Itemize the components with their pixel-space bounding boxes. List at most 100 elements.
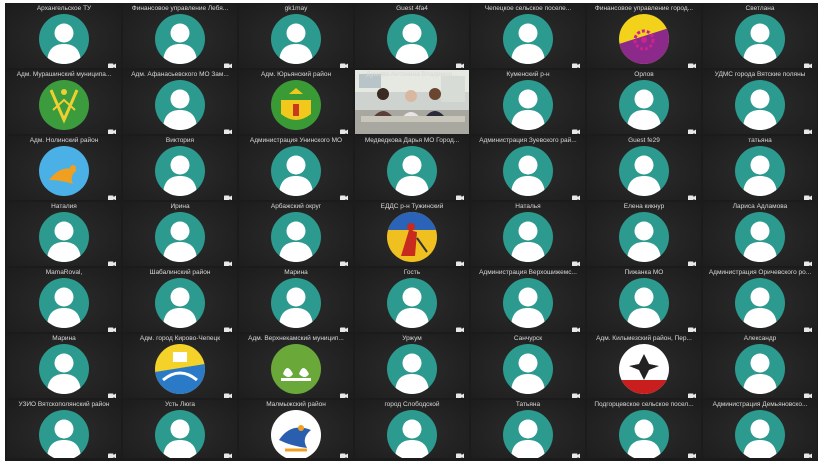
participant-name: Орлов bbox=[634, 71, 654, 78]
participant-avatar bbox=[39, 146, 89, 196]
participant-name: gk1may bbox=[284, 5, 308, 12]
participant-tile[interactable]: Администрация Унинского МО bbox=[239, 136, 353, 200]
participant-name: Медведкова Дарья МО Город... bbox=[364, 137, 460, 144]
participant-tile[interactable]: Архангельское ТУ bbox=[7, 4, 121, 68]
participant-tile[interactable]: Чепецкое сельское поселе... bbox=[471, 4, 585, 68]
camera-off-icon bbox=[340, 386, 348, 398]
user-silhouette-icon bbox=[155, 410, 205, 458]
participant-tile[interactable]: Подгорцевское сельское посел... bbox=[587, 400, 701, 458]
participant-tile[interactable]: Куменский р-н bbox=[471, 70, 585, 134]
participant-name: Адм. город Кирово-Чепецк bbox=[139, 335, 221, 342]
participant-tile[interactable]: УЗИО Вятскополянский район bbox=[7, 400, 121, 458]
participant-tile[interactable]: Администрация Оричевского ро... bbox=[703, 268, 817, 332]
participant-tile[interactable]: Александр bbox=[703, 334, 817, 398]
participant-name: Guest 4fa4 bbox=[396, 5, 428, 12]
participant-tile[interactable]: Светлана bbox=[703, 4, 817, 68]
participant-tile[interactable]: Адм. Афанасьевского МО Зам... bbox=[123, 70, 237, 134]
user-silhouette-icon bbox=[387, 146, 437, 196]
participant-tile[interactable]: Лариса Адламова bbox=[703, 202, 817, 266]
participant-name: Подгорцевское сельское посел... bbox=[594, 401, 694, 408]
participant-tile[interactable]: Гость bbox=[355, 268, 469, 332]
participant-video bbox=[355, 70, 469, 134]
user-silhouette-icon bbox=[155, 278, 205, 328]
participant-tile[interactable]: Медведкова Дарья МО Город... bbox=[355, 136, 469, 200]
camera-off-icon bbox=[108, 122, 116, 134]
participant-tile[interactable]: gk1may bbox=[239, 4, 353, 68]
participant-tile[interactable]: Адм. Верхнекамский муницип... bbox=[239, 334, 353, 398]
participant-tile[interactable]: Усть Люга bbox=[123, 400, 237, 458]
participant-name: Администрация Верхошижемс... bbox=[479, 269, 577, 276]
camera-off-icon bbox=[572, 188, 580, 200]
user-silhouette-icon bbox=[503, 80, 553, 130]
participant-avatar bbox=[619, 14, 669, 64]
participant-avatar bbox=[39, 80, 89, 130]
user-silhouette-icon bbox=[39, 278, 89, 328]
participant-tile[interactable]: город Слободской bbox=[355, 400, 469, 458]
participant-tile[interactable]: Администрация Зуевского рай... bbox=[471, 136, 585, 200]
participant-name: Арбажский округ bbox=[270, 203, 322, 210]
participant-tile[interactable]: Пижанка МО bbox=[587, 268, 701, 332]
participant-name: Марина bbox=[52, 335, 76, 342]
participant-name: Guest fe29 bbox=[628, 137, 660, 144]
camera-off-icon bbox=[224, 188, 232, 200]
participant-tile[interactable]: Адм. Мурашинский муниципа... bbox=[7, 70, 121, 134]
participant-tile[interactable]: Guest fe29 bbox=[587, 136, 701, 200]
participant-tile[interactable]: Адм. Юрьянский район bbox=[239, 70, 353, 134]
participant-tile[interactable]: Адм. Кильмезский район, Пер... bbox=[587, 334, 701, 398]
participant-tile[interactable]: Уржум bbox=[355, 334, 469, 398]
participant-name: Чепецкое сельское поселе... bbox=[484, 5, 572, 12]
participant-name: Наталья bbox=[515, 203, 541, 210]
participant-tile[interactable]: Адм. Нолинский район bbox=[7, 136, 121, 200]
participant-tile[interactable]: Малмыжский район bbox=[239, 400, 353, 458]
camera-off-icon bbox=[688, 56, 696, 68]
user-silhouette-icon bbox=[155, 14, 205, 64]
participant-tile[interactable]: Адм. город Кирово-Чепецк bbox=[123, 334, 237, 398]
camera-off-icon bbox=[688, 254, 696, 266]
participant-tile[interactable]: Администрация Демьяновско... bbox=[703, 400, 817, 458]
participant-name: Администрация Унинского МО bbox=[249, 137, 343, 144]
participant-name: Марина bbox=[284, 269, 308, 276]
participant-tile[interactable]: Финансовое управление город... bbox=[587, 4, 701, 68]
camera-off-icon bbox=[456, 320, 464, 332]
user-silhouette-icon bbox=[271, 146, 321, 196]
participant-tile[interactable]: MamaRoval, bbox=[7, 268, 121, 332]
participant-tile[interactable]: УДМС города Вятские поляны bbox=[703, 70, 817, 134]
participant-name: Адм. Юрьянский район bbox=[260, 71, 332, 78]
participant-tile[interactable]: Думова Антонина Владимир... bbox=[355, 70, 469, 134]
participant-name: Администрация Демьяновско... bbox=[712, 401, 808, 408]
participant-tile[interactable]: Виктория bbox=[123, 136, 237, 200]
camera-off-icon bbox=[572, 320, 580, 332]
camera-off-icon bbox=[456, 56, 464, 68]
participant-name: MamaRoval, bbox=[45, 269, 83, 276]
user-silhouette-icon bbox=[619, 80, 669, 130]
participant-tile[interactable]: татьяна bbox=[703, 136, 817, 200]
camera-off-icon bbox=[572, 254, 580, 266]
participant-tile[interactable]: Марина bbox=[239, 268, 353, 332]
participant-tile[interactable]: Ирина bbox=[123, 202, 237, 266]
camera-off-icon bbox=[108, 446, 116, 458]
participant-tile[interactable]: Елена кикнур bbox=[587, 202, 701, 266]
camera-off-icon bbox=[688, 122, 696, 134]
participant-tile[interactable]: ЕДДС р-н Тужинский bbox=[355, 202, 469, 266]
user-silhouette-icon bbox=[735, 80, 785, 130]
participant-tile[interactable]: Финансовое управление Лебя... bbox=[123, 4, 237, 68]
participant-tile[interactable]: Guest 4fa4 bbox=[355, 4, 469, 68]
participant-tile[interactable]: Марина bbox=[7, 334, 121, 398]
participant-name: Санчурск bbox=[513, 335, 543, 342]
user-silhouette-icon bbox=[387, 278, 437, 328]
participant-name: Александр bbox=[743, 335, 777, 342]
participant-tile[interactable]: Наталья bbox=[471, 202, 585, 266]
participant-tile[interactable]: Арбажский округ bbox=[239, 202, 353, 266]
participant-tile[interactable]: Санчурск bbox=[471, 334, 585, 398]
participant-tile[interactable]: Наталия bbox=[7, 202, 121, 266]
camera-off-icon bbox=[108, 56, 116, 68]
participant-tile[interactable]: Татьяна bbox=[471, 400, 585, 458]
camera-off-icon bbox=[340, 254, 348, 266]
user-silhouette-icon bbox=[271, 212, 321, 262]
camera-off-icon bbox=[456, 386, 464, 398]
participant-tile[interactable]: Администрация Верхошижемс... bbox=[471, 268, 585, 332]
participant-tile[interactable]: Шабалинский район bbox=[123, 268, 237, 332]
participant-tile[interactable]: Орлов bbox=[587, 70, 701, 134]
user-silhouette-icon bbox=[503, 410, 553, 458]
participant-name: Наталия bbox=[51, 203, 77, 210]
